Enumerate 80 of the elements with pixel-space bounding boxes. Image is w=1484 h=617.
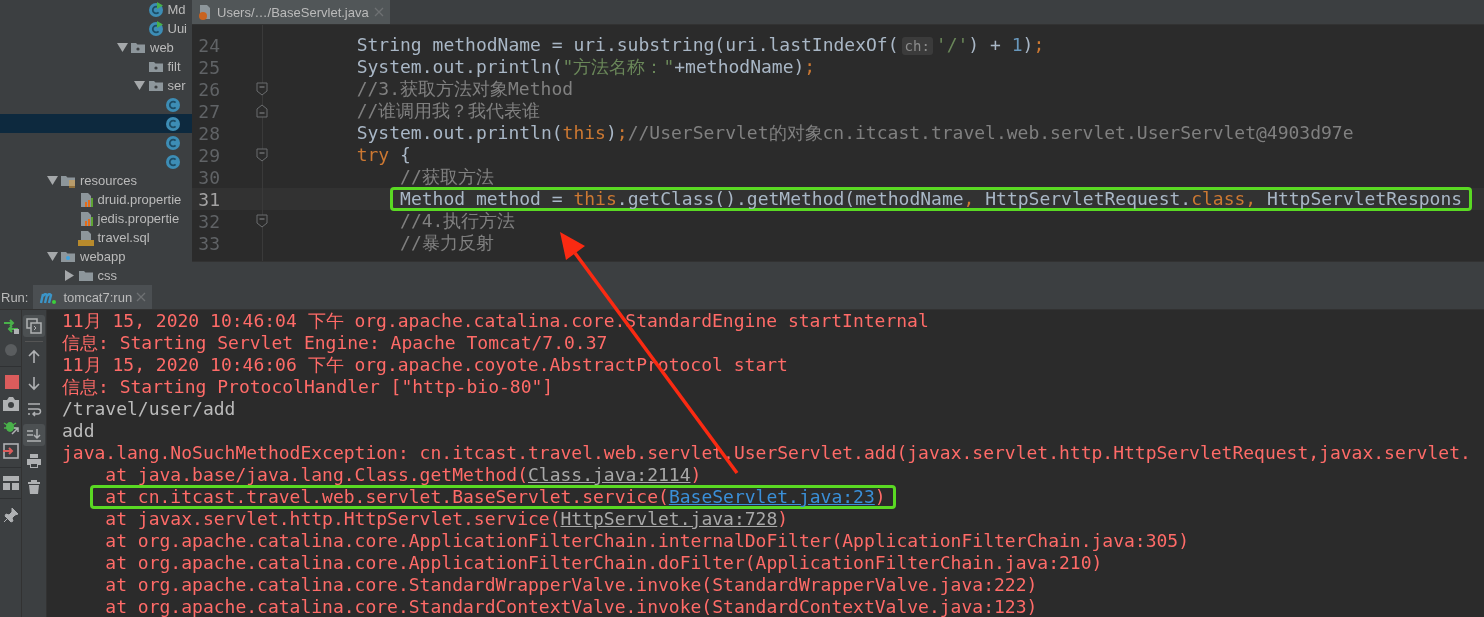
fold-marker-icon[interactable] [256,148,268,162]
trash-icon [26,479,42,495]
bug-icon[interactable] [3,419,19,435]
tree-item[interactable]: Uui [0,19,192,38]
class-icon [165,134,181,151]
fold-marker-icon[interactable] [256,82,268,96]
tree-item[interactable]: ser [0,76,192,95]
class-icon [165,115,181,132]
expand-arrow-icon[interactable] [46,176,58,185]
code-line: String methodName = uri.substring(uri.lastIndexOf( ch: '/') + 1); [356,33,1045,57]
line-number: 29 [197,144,220,166]
scroll-to-end-icon [26,427,42,443]
arrow-up-icon [26,349,42,365]
code-line: System.out.println("方法名称："+methodName); [356,56,816,78]
java-file-icon [198,4,212,20]
tree-item[interactable]: druid.propertie [0,190,192,209]
editor-tab[interactable]: Users/…/BaseServlet.java [192,0,390,24]
line-number: 27 [197,100,220,122]
tree-item[interactable]: css [0,266,192,285]
file-link[interactable]: HttpServlet.java:728 [560,508,778,529]
toolbar-button[interactable] [23,424,45,446]
console-line: at java.base/java.lang.Class.getMethod(Class.java:2114) [105,464,702,486]
soft-wrap-icon [26,401,42,417]
console-line: add [62,420,95,442]
console-line: at org.apache.catalina.core.ApplicationFilterChain.doFilter(ApplicationFilterChain.java:210) [105,552,1103,574]
tree-item[interactable]: jedis.propertie [0,209,192,228]
parameter-hint: ch: [901,36,933,55]
file-link[interactable]: Class.java:2114 [528,464,691,485]
file-link[interactable]: BaseServlet.java:23 [668,486,875,507]
console-line: at javax.servlet.http.HttpServlet.service(HttpServlet.java:728) [105,508,789,530]
arrow-down-icon [26,375,42,391]
class-icon [165,153,181,170]
runnable-class-icon [147,1,164,18]
line-number: 24 [197,34,220,56]
rerun-icon[interactable] [3,318,19,334]
runnable-class-icon [147,20,164,37]
code-line: //获取方法 [400,166,494,188]
layout-icon[interactable] [3,476,19,490]
run-tab[interactable]: tomcat7:run [33,285,153,309]
console-line: at org.apache.catalina.core.StandardWrapperValve.invoke(StandardWrapperValve.java:222) [105,574,1038,596]
line-number: 30 [197,166,220,188]
print-icon [26,453,42,469]
console-line: 信息: Starting ProtocolHandler ["http-bio-80"] [62,376,554,398]
console-icon [26,318,42,334]
line-number: 33 [197,232,220,254]
class-icon [165,96,181,113]
line-number: 32 [197,210,220,232]
code-line: try { [356,144,411,166]
tree-item[interactable]: Md [0,0,192,19]
expand-arrow-icon[interactable] [134,81,145,90]
line-number: 28 [197,122,220,144]
expand-arrow-icon[interactable] [65,270,74,281]
run-label: Run: [0,288,30,307]
toolbar-button[interactable] [23,315,45,337]
tree-item[interactable]: travel.sql [0,228,192,247]
tree-item[interactable]: webapp [0,247,192,266]
pin-icon[interactable] [3,507,19,523]
camera-icon[interactable] [3,397,19,411]
tree-item[interactable]: resources [0,171,192,190]
code-line: //谁调用我？我代表谁 [356,100,541,122]
expand-arrow-icon[interactable] [46,252,58,261]
tree-item[interactable]: web [0,38,192,57]
fold-marker-icon[interactable] [256,104,268,118]
line-number: 25 [197,56,220,78]
tree-item[interactable]: filt [0,57,192,76]
code-line: System.out.println(this);//UserServlet的对象cn.itcast.travel.web.servlet.UserServlet@4903d97e [356,122,1354,144]
line-number: 26 [197,78,220,100]
code-line: //3.获取方法对象Method [356,78,574,100]
console-line: /travel/user/add [62,398,236,420]
code-line: //暴力反射 [400,232,494,254]
fold-marker-icon[interactable] [256,214,268,228]
tree-item[interactable] [0,114,192,133]
sql-file-icon [77,229,94,246]
console-line: 信息: Starting Servlet Engine: Apache Tomcat/7.0.37 [62,332,608,354]
expand-arrow-icon[interactable] [116,43,128,52]
console-line: at org.apache.catalina.core.StandardContextValve.invoke(StandardContextValve.java:123) [105,596,1038,617]
code-line: //4.执行方法 [400,210,516,232]
exit-icon[interactable] [3,443,19,459]
line-number: 31 [197,188,220,210]
console-line: at org.apache.catalina.core.ApplicationFilterChain.internalDoFilter(ApplicationFilterChain.java:305) [105,530,1190,552]
